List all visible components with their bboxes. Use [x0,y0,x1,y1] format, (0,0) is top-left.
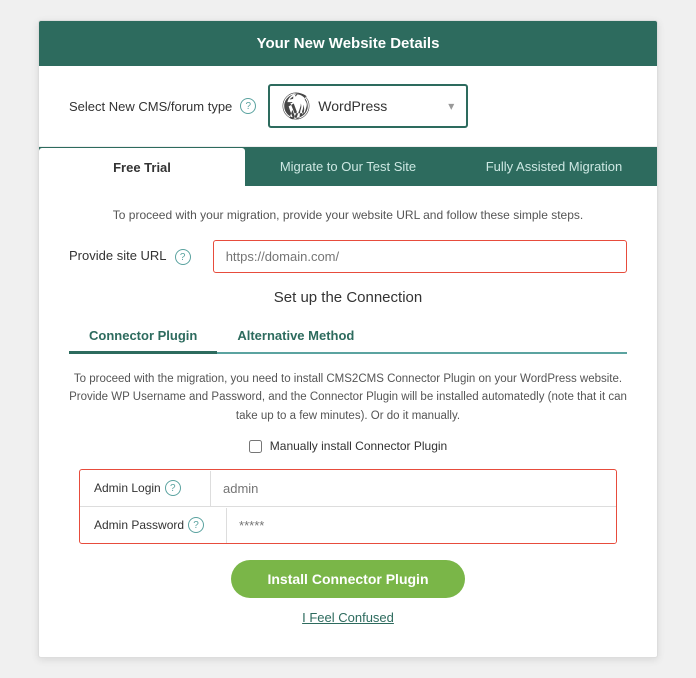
cms-help-icon[interactable]: ? [240,98,256,114]
admin-password-input[interactable] [226,508,616,543]
inner-tabs: Connector Plugin Alternative Method [69,320,627,354]
instruction-text: To proceed with your migration, provide … [69,206,627,224]
tab-free-trial[interactable]: Free Trial [39,148,245,187]
inner-tab-alternative[interactable]: Alternative Method [217,320,374,352]
connection-section-title: Set up the Connection [69,289,627,306]
confused-link[interactable]: I Feel Confused [69,610,627,625]
cms-row: Select New CMS/forum type ? WordPress ▾ [39,66,657,147]
tab-migrate[interactable]: Migrate to Our Test Site [245,147,451,186]
tab-assisted[interactable]: Fully Assisted Migration [451,147,657,186]
admin-password-label: Admin Password ? [80,507,226,543]
admin-login-help-icon[interactable]: ? [165,480,181,496]
site-url-input[interactable] [213,240,627,273]
admin-login-label: Admin Login ? [80,470,210,506]
header-title: Your New Website Details [257,35,440,52]
cms-select[interactable]: WordPress ▾ [268,84,468,128]
admin-login-row: Admin Login ? [80,470,616,506]
manually-install-label: Manually install Connector Plugin [270,439,447,453]
inner-tab-connector[interactable]: Connector Plugin [69,320,217,354]
manually-install-row: Manually install Connector Plugin [69,439,627,453]
admin-password-row: Admin Password ? [80,506,616,543]
site-url-help-icon[interactable]: ? [175,249,191,265]
cms-selected-value: WordPress [318,98,428,114]
cms-chevron-icon: ▾ [448,99,454,113]
tabs-bar: Free Trial Migrate to Our Test Site Full… [39,147,657,186]
admin-login-input[interactable] [210,471,616,506]
wordpress-logo [282,92,310,120]
install-connector-button[interactable]: Install Connector Plugin [231,560,464,598]
cms-label: Select New CMS/forum type [69,99,232,114]
site-url-row: Provide site URL ? [69,240,627,273]
manually-install-checkbox[interactable] [249,440,262,453]
content-area: To proceed with your migration, provide … [39,186,657,657]
admin-password-help-icon[interactable]: ? [188,517,204,533]
connector-description: To proceed with the migration, you need … [69,370,627,425]
credentials-box: Admin Login ? Admin Password ? [79,469,617,544]
site-url-label: Provide site URL ? [69,248,203,266]
card-header: Your New Website Details [39,21,657,66]
main-card: Your New Website Details Select New CMS/… [38,20,658,658]
